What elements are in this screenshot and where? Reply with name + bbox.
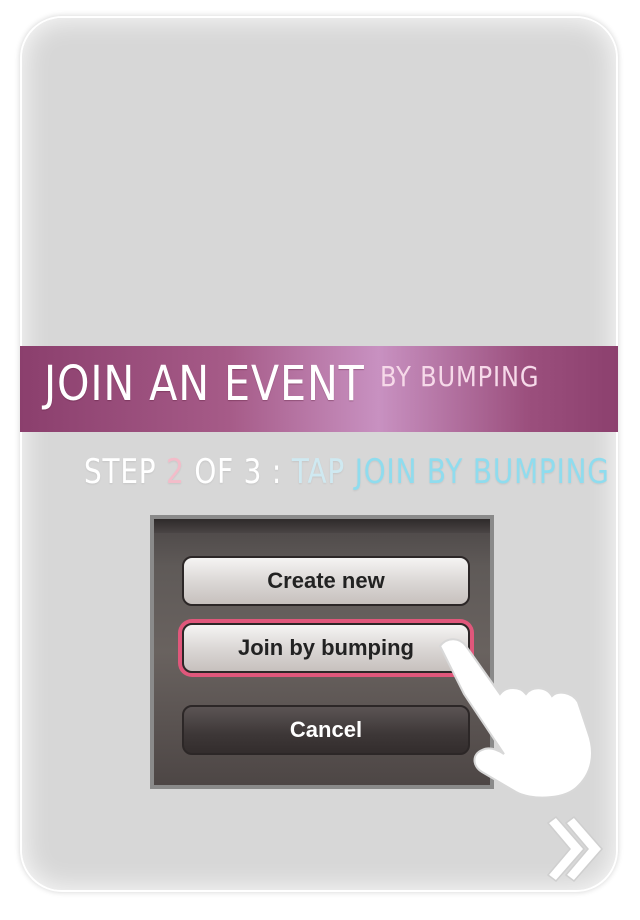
cancel-button[interactable]: Cancel	[182, 705, 470, 755]
join-by-bumping-button[interactable]: Join by bumping	[182, 623, 470, 673]
page-subtitle: BY BUMPING	[380, 360, 540, 393]
double-chevron-right-icon[interactable]	[542, 813, 606, 885]
action-sheet-top-edge	[154, 519, 490, 533]
page-title: JOIN AN EVENT	[44, 356, 365, 412]
step-label: STEP	[84, 452, 157, 492]
step-total: OF 3 :	[194, 452, 283, 492]
create-new-button[interactable]: Create new	[182, 556, 470, 606]
step-number: 2	[166, 452, 185, 492]
step-action-verb: TAP	[291, 452, 346, 492]
action-sheet: Create new Join by bumping Cancel	[150, 515, 494, 789]
step-instruction: STEP 2 OF 3 : TAP JOIN BY BUMPING	[84, 452, 610, 492]
step-action-target: JOIN BY BUMPING	[354, 452, 610, 492]
step-action: TAP JOIN BY BUMPING	[292, 452, 610, 492]
